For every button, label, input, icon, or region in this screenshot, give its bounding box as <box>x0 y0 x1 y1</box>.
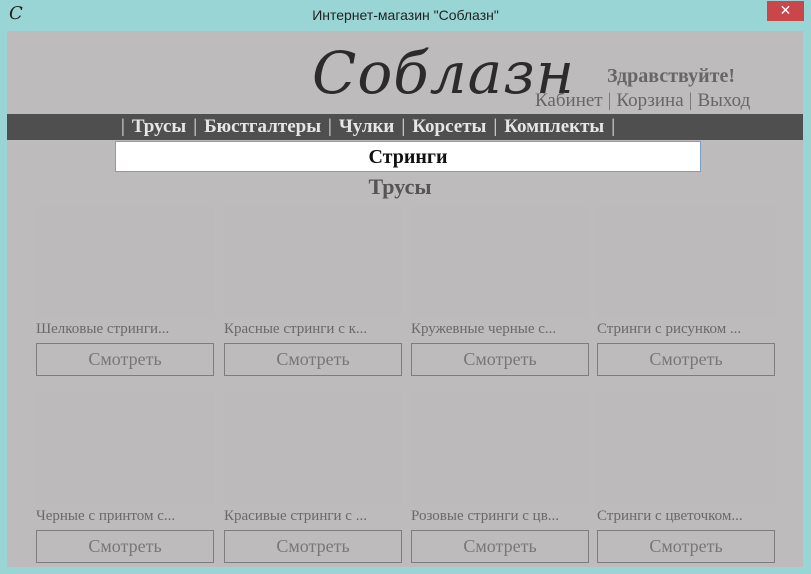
nav-item-corsets[interactable]: Корсеты <box>412 116 486 138</box>
nav-separator: | <box>493 116 498 137</box>
link-separator: | <box>607 90 612 111</box>
nav-separator: | <box>328 116 332 137</box>
nav-item-bras[interactable]: Бюстгалтеры <box>204 116 321 138</box>
product-image[interactable] <box>597 393 775 505</box>
user-links: Кабинет | Корзина | Выход <box>535 90 750 112</box>
nav-item-stockings[interactable]: Чулки <box>339 116 395 138</box>
product-image[interactable] <box>224 206 402 318</box>
nav-separator: | <box>193 116 198 137</box>
account-link[interactable]: Кабинет <box>535 90 603 112</box>
product-image[interactable] <box>36 393 214 505</box>
view-button[interactable]: Смотреть <box>411 530 589 563</box>
view-button[interactable]: Смотреть <box>224 343 402 376</box>
view-button[interactable]: Смотреть <box>36 530 214 563</box>
title-bar[interactable]: C Интернет-магазин "Соблазн" ✕ <box>0 0 811 31</box>
client-area: Соблазн Здравствуйте! Кабинет | Корзина | Вы… <box>7 31 803 567</box>
greeting-text: Здравствуйте! <box>607 65 736 87</box>
nav-item-panties[interactable]: Трусы <box>132 116 186 138</box>
product-name: Красные стринги с к... <box>224 321 368 337</box>
product-name: Стринги с рисунком ... <box>597 321 742 337</box>
subcategory-item-strings[interactable]: Стринги <box>116 146 700 169</box>
cart-link[interactable]: Корзина <box>616 90 683 112</box>
nav-separator: | <box>121 116 125 137</box>
product-name: Черные с принтом с... <box>36 508 176 524</box>
section-title: Трусы <box>368 174 432 199</box>
product-name: Шелковые стринги... <box>36 321 170 337</box>
app-window: C Интернет-магазин "Соблазн" ✕ Соблазн З… <box>0 0 811 574</box>
product-image[interactable] <box>224 393 402 505</box>
window-title: Интернет-магазин "Соблазн" <box>312 7 499 23</box>
nav-items: | Трусы | Бюстгалтеры | Чулки | Корсеты | Комплек… <box>114 116 622 138</box>
logout-link[interactable]: Выход <box>697 90 750 112</box>
product-name: Стринги с цветочком... <box>597 508 743 524</box>
product-name: Красивые стринги с ... <box>224 508 367 524</box>
nav-item-sets[interactable]: Комплекты <box>504 116 604 138</box>
view-button[interactable]: Смотреть <box>597 343 775 376</box>
close-button[interactable]: ✕ <box>767 1 804 21</box>
product-image[interactable] <box>411 206 589 318</box>
product-image[interactable] <box>597 206 775 318</box>
view-button[interactable]: Смотреть <box>224 530 402 563</box>
product-image[interactable] <box>36 206 214 318</box>
product-name: Кружевные черные с... <box>411 321 557 337</box>
nav-separator: | <box>401 116 406 137</box>
subcategory-dropdown[interactable]: Стринги <box>115 141 701 172</box>
product-image[interactable] <box>411 393 589 505</box>
nav-separator: | <box>611 116 616 137</box>
view-button[interactable]: Смотреть <box>597 530 775 563</box>
view-button[interactable]: Смотреть <box>411 343 589 376</box>
view-button[interactable]: Смотреть <box>36 343 214 376</box>
store-logo: Соблазн <box>312 39 576 107</box>
category-navbar: | Трусы | Бюстгалтеры | Чулки | Корсеты | Комплек… <box>7 114 803 140</box>
product-name: Розовые стринги с цв... <box>411 508 560 524</box>
link-separator: | <box>688 90 693 111</box>
